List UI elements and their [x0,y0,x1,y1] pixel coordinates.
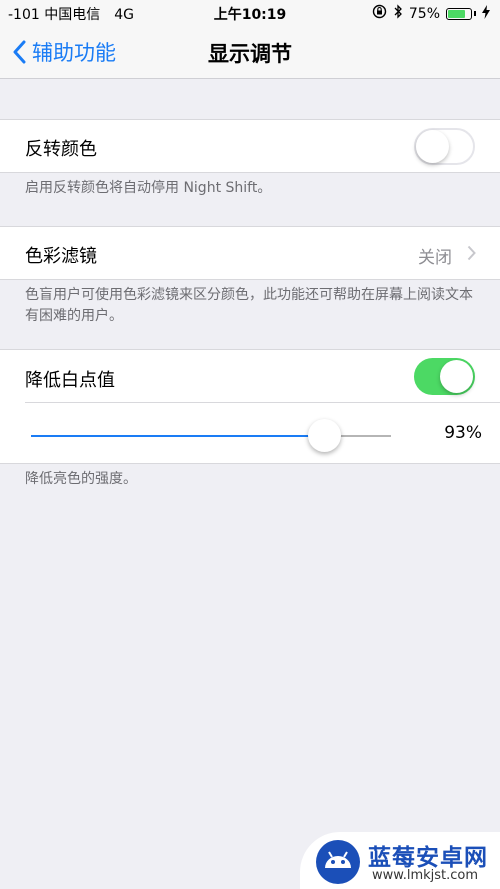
watermark-url: www.lmkjst.com [372,868,479,883]
orientation-lock-icon [372,4,387,23]
toggle-knob [440,360,473,393]
battery-icon [446,7,472,20]
slider-fill [31,435,324,437]
battery-cap [474,11,476,16]
page-title: 显示调节 [208,42,292,66]
white-point-slider-row: 93% [0,403,500,463]
reduce-white-point-group: 降低白点值 93% [0,349,500,464]
invert-colors-footer: 启用反转颜色将自动停用 Night Shift。 [25,180,272,196]
watermark-name: 蓝莓安卓网 [368,845,488,871]
color-filters-row[interactable]: 色彩滤镜 关闭 [0,226,500,280]
white-point-slider[interactable] [31,419,391,452]
charging-icon [482,4,490,23]
navigation-bar: 辅助功能 显示调节 [0,26,500,79]
color-filters-label: 色彩滤镜 [25,246,97,267]
color-filters-footer: 色盲用户可使用色彩滤镜来区分颜色，此功能还可帮助在屏幕上阅读文本有困难的用户。 [25,287,473,324]
status-icons: 75% [372,4,490,23]
status-bar: -101 中国电信 4G 上午10:19 75% [0,0,500,26]
android-logo-icon [316,840,360,884]
reduce-white-point-footer: 降低亮色的强度。 [25,471,137,487]
invert-colors-toggle[interactable] [414,128,475,165]
watermark: 蓝莓安卓网 www.lmkjst.com [300,832,500,889]
color-filters-value: 关闭 [418,248,452,268]
white-point-percent: 93% [444,423,482,443]
reduce-white-point-label: 降低白点值 [25,370,115,391]
chevron-right-icon [467,245,476,261]
slider-thumb[interactable] [308,419,341,452]
invert-colors-row[interactable]: 反转颜色 [0,119,500,173]
bluetooth-icon [393,4,403,23]
toggle-knob [416,130,449,163]
battery-percent: 75% [408,5,440,22]
reduce-white-point-toggle[interactable] [414,358,475,395]
invert-colors-label: 反转颜色 [25,139,97,160]
